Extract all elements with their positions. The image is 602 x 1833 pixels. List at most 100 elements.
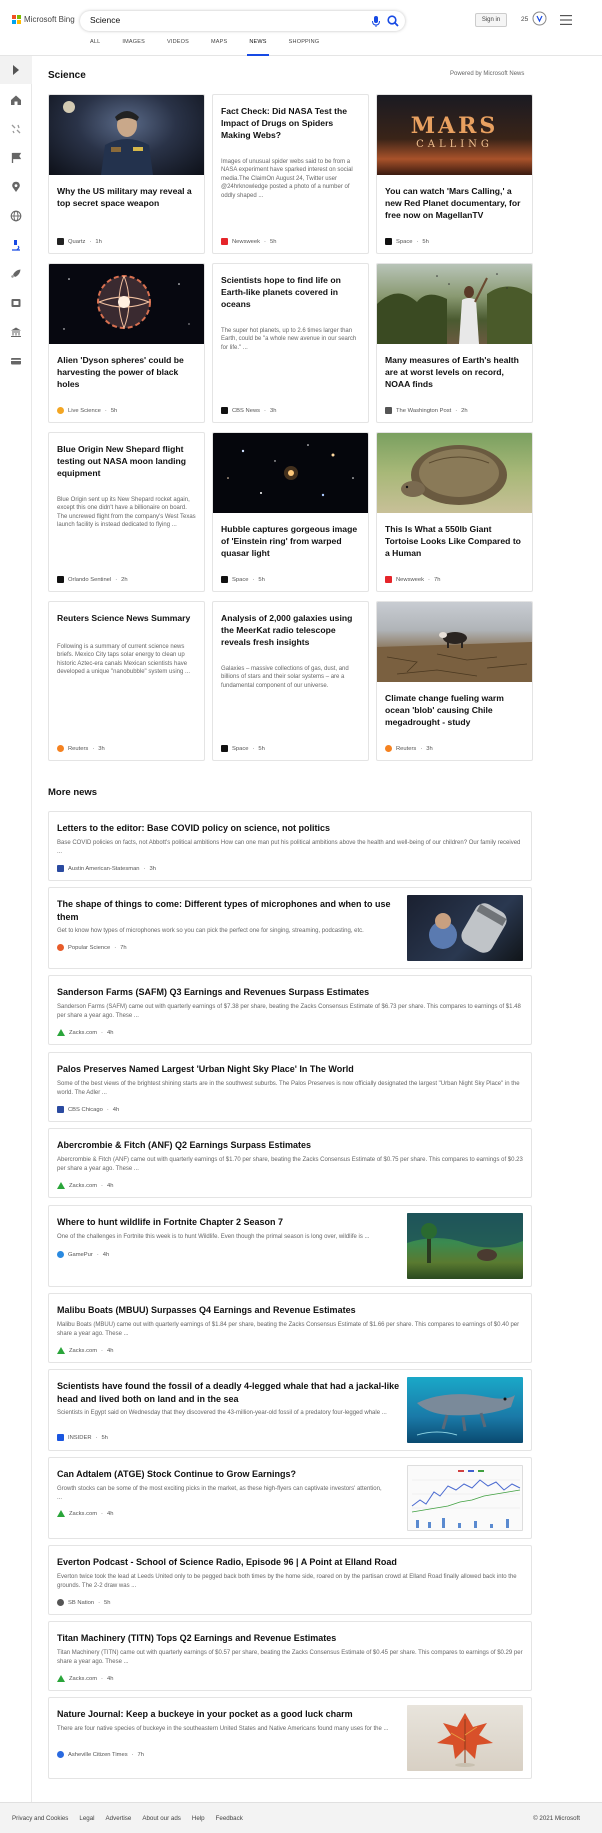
footer-link-about-ads[interactable]: About our ads bbox=[142, 1815, 181, 1822]
news-title[interactable]: Letters to the editor: Base COVID policy… bbox=[57, 822, 517, 835]
powered-by-label[interactable]: Powered by Microsoft News bbox=[450, 71, 524, 77]
map-pin-icon[interactable] bbox=[10, 181, 22, 193]
rail-expand-button[interactable] bbox=[0, 56, 32, 84]
tab-images[interactable]: IMAGES bbox=[122, 39, 145, 56]
card-source[interactable]: CBS News · 3h bbox=[221, 407, 276, 414]
news-card[interactable]: Scientists hope to find life on Earth-li… bbox=[212, 263, 369, 423]
sign-in-button[interactable]: Sign in bbox=[475, 13, 507, 27]
card-source[interactable]: Space · 5h bbox=[385, 238, 429, 245]
card-source[interactable]: Orlando Sentinel · 2h bbox=[57, 576, 128, 583]
news-list-item[interactable]: The shape of things to come: Different t… bbox=[48, 887, 532, 969]
bing-logo[interactable]: Microsoft Bing bbox=[12, 15, 75, 24]
search-box[interactable]: Science bbox=[80, 11, 405, 31]
footer-link-feedback[interactable]: Feedback bbox=[216, 1815, 243, 1822]
tab-news[interactable]: NEWS bbox=[247, 39, 270, 56]
card-title[interactable]: This Is What a 550lb Giant Tortoise Look… bbox=[385, 523, 525, 559]
news-list-item[interactable]: Letters to the editor: Base COVID policy… bbox=[48, 811, 532, 881]
news-source[interactable]: Asheville Citizen Times · 7h bbox=[57, 1751, 144, 1758]
news-title[interactable]: Malibu Boats (MBUU) Surpasses Q4 Earning… bbox=[57, 1304, 517, 1317]
tab-maps[interactable]: MAPS bbox=[211, 39, 227, 56]
news-card[interactable]: This Is What a 550lb Giant Tortoise Look… bbox=[376, 432, 533, 592]
rewards-points[interactable]: 25 bbox=[521, 16, 528, 23]
news-title[interactable]: The shape of things to come: Different t… bbox=[57, 898, 397, 923]
rocket-icon[interactable] bbox=[10, 268, 22, 280]
news-source[interactable]: Popular Science · 7h bbox=[57, 944, 127, 951]
card-source[interactable]: Space · 5h bbox=[221, 745, 265, 752]
hamburger-menu-icon[interactable] bbox=[560, 15, 572, 25]
card-title[interactable]: Alien 'Dyson spheres' could be harvestin… bbox=[57, 354, 197, 390]
news-title[interactable]: Can Adtalem (ATGE) Stock Continue to Gro… bbox=[57, 1468, 397, 1481]
news-source[interactable]: Austin American-Statesman · 3h bbox=[57, 865, 156, 872]
film-icon[interactable] bbox=[10, 297, 22, 309]
news-list-item[interactable]: Everton Podcast - School of Science Radi… bbox=[48, 1545, 532, 1615]
card-source[interactable]: Quartz · 1h bbox=[57, 238, 102, 245]
card-title[interactable]: Scientists hope to find life on Earth-li… bbox=[221, 274, 361, 310]
card-title[interactable]: Many measures of Earth's health are at w… bbox=[385, 354, 525, 390]
news-list-item[interactable]: Where to hunt wildlife in Fortnite Chapt… bbox=[48, 1205, 532, 1287]
rewards-medal-icon[interactable] bbox=[532, 11, 547, 26]
card-title[interactable]: Hubble captures gorgeous image of 'Einst… bbox=[221, 523, 361, 559]
footer-link-help[interactable]: Help bbox=[192, 1815, 205, 1822]
news-card[interactable]: Many measures of Earth's health are at w… bbox=[376, 263, 533, 423]
footer-link-legal[interactable]: Legal bbox=[79, 1815, 94, 1822]
news-card[interactable]: Analysis of 2,000 galaxies using the Mee… bbox=[212, 601, 369, 761]
card-title[interactable]: Analysis of 2,000 galaxies using the Mee… bbox=[221, 612, 361, 648]
news-title[interactable]: Palos Preserves Named Largest 'Urban Nig… bbox=[57, 1063, 517, 1076]
news-source[interactable]: Zacks.com · 4h bbox=[57, 1182, 113, 1189]
tab-shopping[interactable]: SHOPPING bbox=[289, 39, 320, 56]
sparkle-icon[interactable] bbox=[10, 123, 22, 135]
card-source[interactable]: Newsweek · 5h bbox=[221, 238, 276, 245]
card-title[interactable]: Reuters Science News Summary bbox=[57, 612, 197, 624]
news-source[interactable]: Zacks.com · 4h bbox=[57, 1675, 113, 1682]
news-list-item[interactable]: Malibu Boats (MBUU) Surpasses Q4 Earning… bbox=[48, 1293, 532, 1363]
news-title[interactable]: Titan Machinery (TITN) Tops Q2 Earnings … bbox=[57, 1632, 517, 1645]
card-title[interactable]: Fact Check: Did NASA Test the Impact of … bbox=[221, 105, 361, 141]
news-source[interactable]: Zacks.com · 4h bbox=[57, 1510, 113, 1517]
news-source[interactable]: Zacks.com · 4h bbox=[57, 1029, 113, 1036]
globe-icon[interactable] bbox=[10, 210, 22, 222]
news-card[interactable]: Why the US military may reveal a top sec… bbox=[48, 94, 205, 254]
news-list-item[interactable]: Titan Machinery (TITN) Tops Q2 Earnings … bbox=[48, 1621, 532, 1691]
microphone-icon[interactable] bbox=[369, 14, 383, 28]
news-list-item[interactable]: Nature Journal: Keep a buckeye in your p… bbox=[48, 1697, 532, 1779]
microscope-icon[interactable] bbox=[10, 239, 22, 251]
news-source[interactable]: INSIDER · 5h bbox=[57, 1434, 108, 1441]
card-source[interactable]: The Washington Post · 2h bbox=[385, 407, 468, 414]
news-source[interactable]: SB Nation · 5h bbox=[57, 1599, 111, 1606]
wallet-icon[interactable] bbox=[10, 355, 22, 367]
news-card[interactable]: Fact Check: Did NASA Test the Impact of … bbox=[212, 94, 369, 254]
news-list-item[interactable]: Abercrombie & Fitch (ANF) Q2 Earnings Su… bbox=[48, 1128, 532, 1198]
news-source[interactable]: Zacks.com · 4h bbox=[57, 1347, 113, 1354]
card-source[interactable]: Newsweek · 7h bbox=[385, 576, 440, 583]
news-list-item[interactable]: Palos Preserves Named Largest 'Urban Nig… bbox=[48, 1052, 532, 1122]
news-source[interactable]: CBS Chicago · 4h bbox=[57, 1106, 119, 1113]
tab-all[interactable]: ALL bbox=[90, 39, 100, 56]
bank-icon[interactable] bbox=[10, 326, 22, 338]
news-card[interactable]: Blue Origin New Shepard flight testing o… bbox=[48, 432, 205, 592]
news-card[interactable]: Climate change fueling warm ocean 'blob'… bbox=[376, 601, 533, 761]
news-title[interactable]: Scientists have found the fossil of a de… bbox=[57, 1380, 402, 1405]
tab-videos[interactable]: VIDEOS bbox=[167, 39, 189, 56]
footer-link-privacy[interactable]: Privacy and Cookies bbox=[12, 1815, 68, 1822]
card-title[interactable]: Why the US military may reveal a top sec… bbox=[57, 185, 197, 209]
news-title[interactable]: Where to hunt wildlife in Fortnite Chapt… bbox=[57, 1216, 397, 1229]
news-card[interactable]: Alien 'Dyson spheres' could be harvestin… bbox=[48, 263, 205, 423]
news-card[interactable]: Reuters Science News Summary Following i… bbox=[48, 601, 205, 761]
flag-icon[interactable] bbox=[10, 152, 22, 164]
news-card[interactable]: MARS CALLING You can watch 'Mars Calling… bbox=[376, 94, 533, 254]
news-title[interactable]: Nature Journal: Keep a buckeye in your p… bbox=[57, 1708, 397, 1721]
card-title[interactable]: Climate change fueling warm ocean 'blob'… bbox=[385, 692, 525, 728]
search-input[interactable]: Science bbox=[90, 15, 120, 25]
news-title[interactable]: Sanderson Farms (SAFM) Q3 Earnings and R… bbox=[57, 986, 517, 999]
news-card[interactable]: Hubble captures gorgeous image of 'Einst… bbox=[212, 432, 369, 592]
card-source[interactable]: Live Science · 5h bbox=[57, 407, 117, 414]
card-source[interactable]: Reuters · 3h bbox=[385, 745, 433, 752]
news-title[interactable]: Abercrombie & Fitch (ANF) Q2 Earnings Su… bbox=[57, 1139, 517, 1152]
news-list-item[interactable]: Scientists have found the fossil of a de… bbox=[48, 1369, 532, 1451]
news-list-item[interactable]: Sanderson Farms (SAFM) Q3 Earnings and R… bbox=[48, 975, 532, 1045]
card-source[interactable]: Space · 5h bbox=[221, 576, 265, 583]
card-source[interactable]: Reuters · 3h bbox=[57, 745, 105, 752]
home-icon[interactable] bbox=[10, 94, 22, 106]
news-source[interactable]: GamePur · 4h bbox=[57, 1251, 109, 1258]
card-title[interactable]: You can watch 'Mars Calling,' a new Red … bbox=[385, 185, 525, 221]
